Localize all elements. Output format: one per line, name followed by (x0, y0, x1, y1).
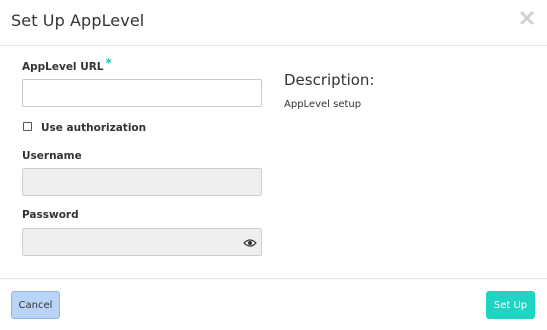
use-authorization-checkbox[interactable] (23, 122, 32, 131)
setup-applevel-dialog: Set Up AppLevel AppLevel URL * Use author… (0, 0, 547, 330)
description-text: AppLevel setup (284, 99, 362, 110)
password-input[interactable] (22, 228, 262, 256)
cancel-button[interactable]: Cancel (11, 291, 60, 319)
set-up-button[interactable]: Set Up (486, 291, 535, 319)
password-label: Password (22, 209, 79, 221)
use-authorization-label: Use authorization (41, 122, 147, 134)
username-input[interactable] (22, 168, 262, 196)
dialog-footer: Cancel Set Up (0, 278, 547, 330)
dialog-header: Set Up AppLevel (0, 0, 547, 46)
eye-icon[interactable] (243, 233, 257, 247)
required-marker: * (105, 56, 112, 70)
applevel-url-label: AppLevel URL * (22, 56, 112, 73)
close-icon[interactable] (519, 9, 535, 27)
applevel-url-input[interactable] (22, 79, 262, 107)
applevel-url-label-text: AppLevel URL (22, 61, 104, 73)
dialog-body: AppLevel URL * Use authorization Username… (0, 46, 547, 278)
dialog-title: Set Up AppLevel (11, 11, 145, 30)
description-heading: Description: (284, 71, 375, 89)
username-label: Username (22, 150, 82, 162)
